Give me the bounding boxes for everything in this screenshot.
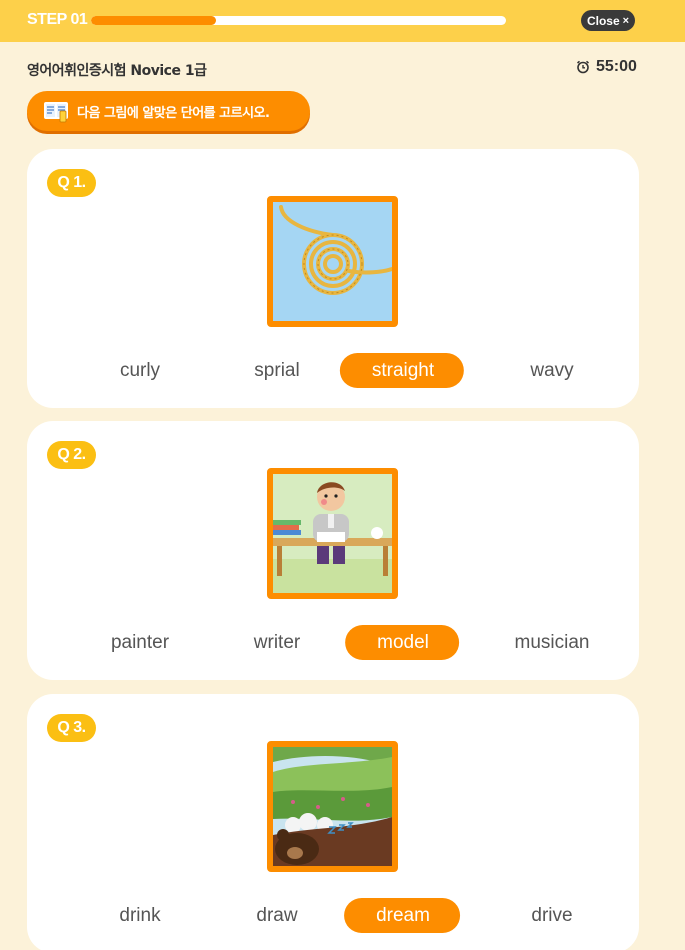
progress-bar [91,16,506,25]
book-icon [43,99,69,123]
rope-coil-image [267,196,398,327]
instruction-text: 다음 그림에 알맞은 단어를 고르시오. [77,105,270,121]
question-number-badge: Q 3. [47,714,96,742]
man-writing-at-desk-image [267,468,398,599]
choice-option[interactable]: drink [103,898,176,933]
exam-title: 영어어휘인증시험 Novice 1급 [27,63,207,79]
close-icon: × [622,14,630,27]
choice-list: curly sprial straight wavy [27,353,639,389]
choice-option-selected[interactable]: model [345,625,459,660]
alarm-clock-icon [576,60,590,74]
top-bar: STEP 01 Close × [0,0,685,42]
choice-option[interactable]: drive [515,898,588,933]
choice-option[interactable]: musician [499,625,606,660]
timer-value: 55:00 [596,58,637,75]
choice-option[interactable]: writer [238,625,316,660]
question-number-badge: Q 2. [47,441,96,469]
choice-list: drink draw dream drive [27,898,639,934]
question-card-2: Q 2. painter writer model musician [27,421,639,680]
close-button[interactable]: Close × [581,10,635,31]
choice-option[interactable]: draw [240,898,313,933]
choice-option[interactable]: painter [95,625,185,660]
choice-option[interactable]: wavy [514,353,589,388]
close-button-label: Close [586,13,620,28]
sleeping-bear-dream-image [267,741,398,872]
question-number-badge: Q 1. [47,169,96,197]
choice-option[interactable]: sprial [238,353,315,388]
step-label: STEP 01 [27,11,88,28]
choice-option-selected[interactable]: straight [339,353,465,388]
timer: 55:00 [576,58,637,76]
instruction-banner: 다음 그림에 알맞은 단어를 고르시오. [27,91,310,131]
choice-option-selected[interactable]: dream [344,898,460,933]
progress-bar-fill [91,16,216,25]
question-card-3: Q 3. drink draw dream drive [27,694,639,950]
question-card-1: Q 1. curly sprial straight wavy [27,149,639,408]
choice-list: painter writer model musician [27,625,639,661]
choice-option[interactable]: curly [104,353,176,388]
